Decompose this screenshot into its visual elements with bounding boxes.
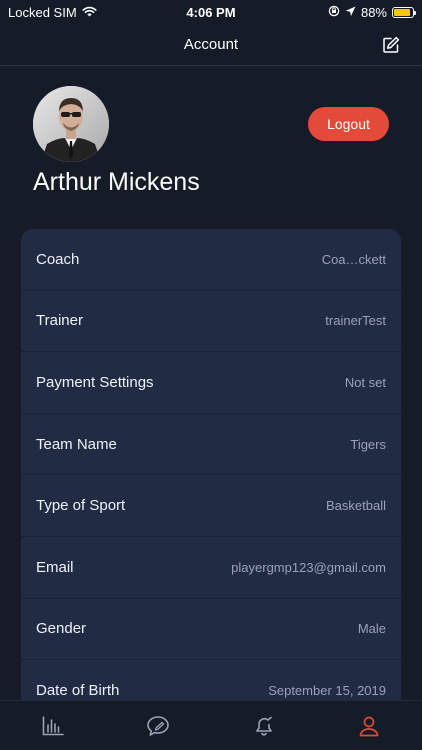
- detail-value: Tigers: [350, 436, 386, 452]
- detail-value: trainerTest: [325, 313, 386, 329]
- tab-notifications[interactable]: [234, 701, 294, 750]
- logout-button[interactable]: Logout: [308, 107, 389, 141]
- profile-icon: [359, 716, 379, 736]
- detail-value: Coa…ckett: [321, 251, 386, 267]
- bell-icon: [255, 716, 272, 736]
- detail-row-sport-type[interactable]: Type of Sport Basketball: [21, 475, 401, 537]
- detail-label: Date of Birth: [36, 681, 120, 699]
- status-left: Locked SIM: [8, 5, 97, 20]
- edit-button[interactable]: [380, 34, 402, 56]
- chat-icon: [147, 715, 170, 736]
- nav-bar: Account: [0, 24, 422, 66]
- battery-percent: 88%: [360, 4, 387, 20]
- account-details-list: Coach Coa…ckett Trainer trainerTest Paym…: [21, 229, 401, 729]
- avatar[interactable]: [33, 86, 109, 162]
- detail-row-coach[interactable]: Coach Coa…ckett: [21, 229, 401, 291]
- detail-value: Not set: [344, 374, 386, 390]
- detail-row-team-name[interactable]: Team Name Tigers: [21, 414, 401, 476]
- edit-icon: [383, 36, 400, 53]
- status-right: 88%: [328, 4, 416, 20]
- carrier-label: Locked SIM: [8, 4, 77, 20]
- battery-fill: [394, 8, 410, 16]
- detail-label: Team Name: [36, 435, 117, 453]
- battery-icon: [392, 6, 416, 18]
- location-icon: [345, 5, 356, 20]
- tab-stats[interactable]: [23, 701, 83, 750]
- account-screen: Locked SIM 4:06 PM 88% Account Arthur Mi…: [0, 0, 422, 750]
- profile-name: Arthur Mickens: [33, 168, 200, 196]
- status-bar: Locked SIM 4:06 PM 88%: [0, 0, 422, 24]
- detail-value: September 15, 2019: [268, 682, 386, 698]
- tab-chat[interactable]: [128, 701, 188, 750]
- detail-row-trainer[interactable]: Trainer trainerTest: [21, 291, 401, 353]
- detail-label: Email: [36, 558, 74, 576]
- detail-row-email[interactable]: Email playergmp123@gmail.com: [21, 537, 401, 599]
- detail-row-gender[interactable]: Gender Male: [21, 599, 401, 661]
- orientation-lock-icon: [328, 5, 340, 20]
- avatar-photo: [33, 86, 109, 162]
- detail-label: Coach: [36, 250, 80, 268]
- nav-title: Account: [183, 36, 239, 53]
- tab-bar: [0, 700, 422, 750]
- detail-label: Gender: [36, 620, 87, 638]
- detail-label: Trainer: [36, 312, 83, 330]
- detail-row-payment-settings[interactable]: Payment Settings Not set: [21, 352, 401, 414]
- detail-value: playergmp123@gmail.com: [231, 559, 386, 575]
- detail-label: Payment Settings: [36, 373, 154, 391]
- detail-value: Basketball: [326, 498, 386, 514]
- stats-icon: [42, 715, 64, 735]
- tab-profile[interactable]: [339, 701, 399, 750]
- wifi-icon: [82, 5, 97, 20]
- detail-label: Type of Sport: [36, 497, 126, 515]
- detail-value: Male: [357, 621, 386, 637]
